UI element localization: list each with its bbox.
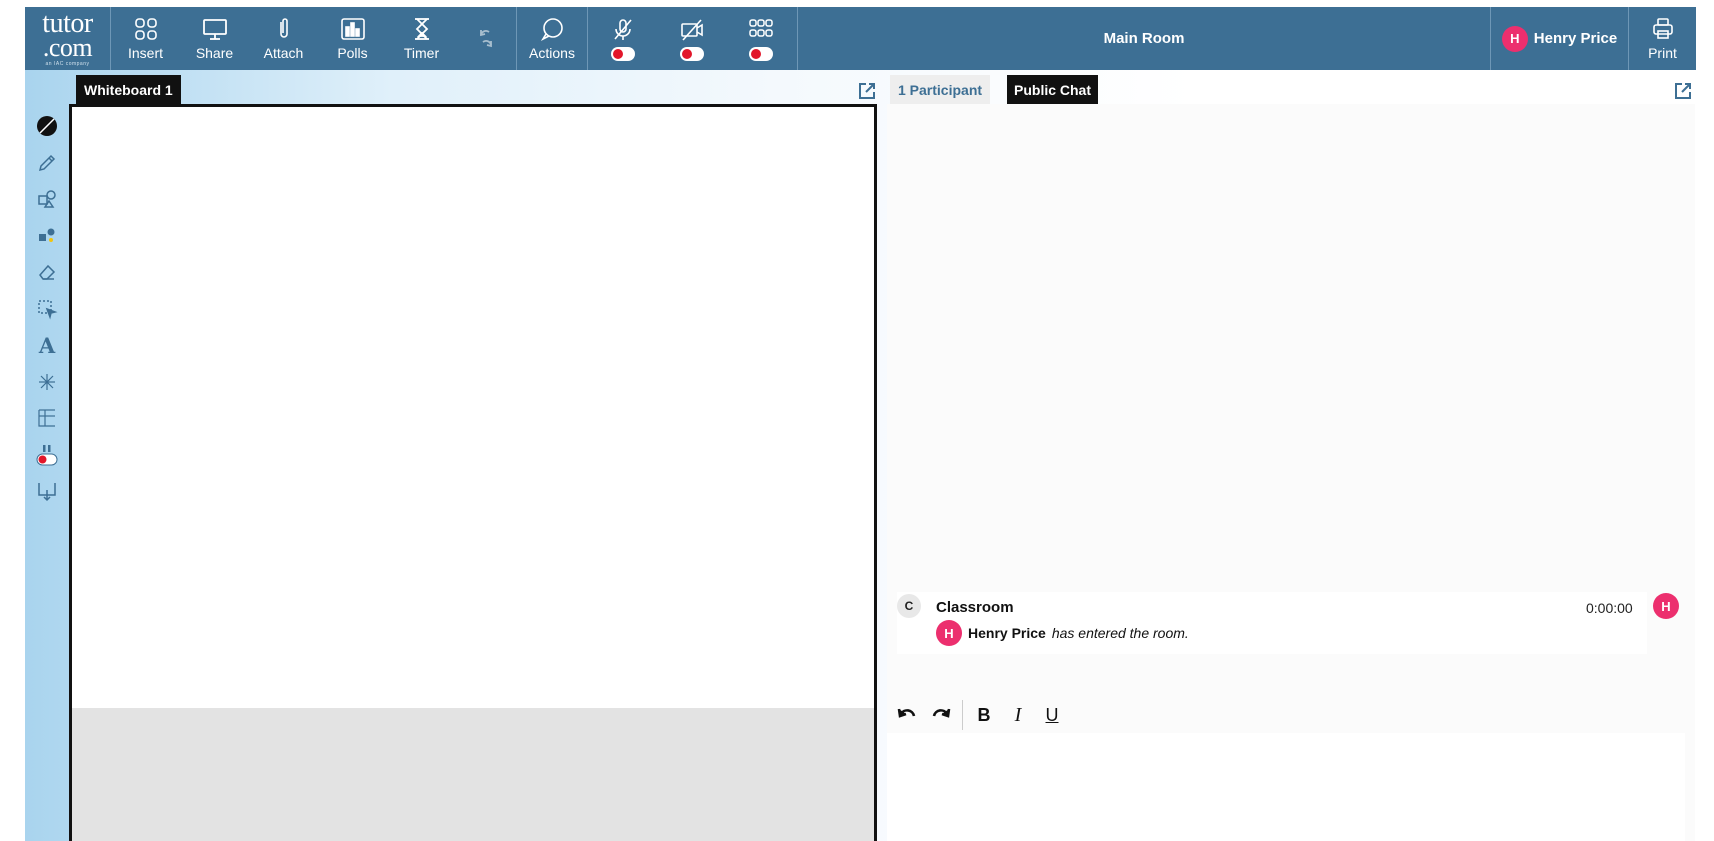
pencil-tool[interactable] (31, 145, 63, 182)
paperclip-icon (279, 18, 288, 38)
chat-editor-toolbar: B I U (892, 698, 1067, 732)
insert-button[interactable]: Insert (111, 7, 180, 70)
attach-button[interactable]: Attach (249, 7, 318, 70)
chat-popout-icon[interactable] (1673, 81, 1693, 101)
classroom-avatar: C (897, 594, 921, 618)
insert-label: Insert (127, 45, 163, 61)
shapes-icon (38, 190, 56, 208)
selection-icon (38, 300, 58, 320)
avatar: H (936, 620, 962, 646)
print-button[interactable]: Print (1629, 7, 1696, 70)
whiteboard-offpage-area (72, 708, 874, 841)
text-icon: A (38, 334, 56, 356)
camera-muted-icon (680, 18, 703, 41)
bold-button[interactable]: B (969, 700, 999, 730)
tab-public-chat[interactable]: Public Chat (1007, 75, 1099, 104)
color-picker-tool[interactable] (31, 108, 63, 145)
whiteboard-tools: A (31, 108, 63, 510)
bar-chart-icon (340, 18, 365, 40)
whiteboard-canvas[interactable] (69, 104, 877, 841)
user-name: Henry Price (1533, 30, 1618, 47)
record-toggle-tool[interactable] (31, 437, 63, 474)
gallery-grid-icon (748, 18, 773, 37)
gallery-toggle[interactable] (726, 7, 795, 70)
select-tool[interactable] (31, 291, 63, 328)
share-label: Share (195, 45, 234, 61)
grid-icon (134, 18, 157, 40)
toolbar-divider (962, 700, 963, 730)
fill-tool[interactable] (31, 218, 63, 255)
tutor-logo: tutor .com an IAC company (25, 7, 111, 70)
actions-button[interactable]: Actions (516, 7, 588, 70)
popout-icon[interactable] (857, 81, 877, 101)
avatar: H (1501, 25, 1528, 52)
message-body: H Henry Price has entered the room. (936, 620, 1189, 646)
underline-button[interactable]: U (1037, 700, 1067, 730)
svg-text:A: A (38, 334, 56, 356)
grid-tool[interactable] (31, 400, 63, 437)
text-tool[interactable]: A (31, 327, 63, 364)
eraser-tool[interactable] (31, 254, 63, 291)
undo-redo-icon (480, 30, 492, 48)
message-timestamp: 0:00:00 (1586, 600, 1633, 616)
tab-participants[interactable]: 1 Participant (890, 75, 991, 104)
attach-label: Attach (263, 45, 304, 61)
shapes-tool[interactable] (31, 181, 63, 218)
camera-switch[interactable] (679, 46, 704, 61)
message-user-avatar: H (1653, 593, 1679, 619)
pause-toggle-icon (36, 444, 58, 466)
top-toolbar: tutor .com an IAC company Insert Share A… (25, 7, 1696, 70)
redo-button[interactable] (926, 700, 956, 730)
tab-whiteboard[interactable]: Whiteboard 1 (76, 75, 181, 104)
redo-icon (932, 708, 951, 718)
italic-button[interactable]: I (1003, 700, 1033, 730)
download-tool[interactable] (31, 473, 63, 510)
message-text: has entered the room. (1051, 625, 1189, 641)
gallery-switch[interactable] (748, 46, 773, 61)
print-label: Print (1648, 44, 1677, 61)
polls-button[interactable]: Polls (318, 7, 387, 70)
actions-label: Actions (529, 45, 575, 61)
user-badge[interactable]: H Henry Price (1491, 7, 1629, 70)
sparkle-icon (39, 373, 55, 390)
chat-input[interactable] (887, 733, 1685, 841)
logo-tagline: an IAC company (45, 60, 90, 67)
message-user-name: Henry Price (968, 625, 1046, 641)
undo-button[interactable] (892, 700, 922, 730)
graph-grid-icon (38, 409, 55, 427)
timer-label: Timer (403, 45, 440, 61)
media-controls (588, 7, 798, 70)
share-button[interactable]: Share (180, 7, 249, 70)
download-tray-icon (38, 483, 56, 502)
logo-text-2: .com (42, 33, 93, 63)
color-swatch-icon (37, 116, 57, 137)
polls-label: Polls (337, 45, 368, 61)
microphone-switch[interactable] (610, 46, 635, 61)
eraser-icon (39, 265, 56, 280)
microphone-muted-icon (613, 18, 632, 40)
undo-redo-button[interactable] (456, 7, 516, 70)
room-name: Main Room (798, 7, 1491, 70)
speech-bubble-icon (540, 18, 563, 41)
microphone-toggle[interactable] (588, 7, 657, 70)
printer-icon (1652, 17, 1673, 39)
laser-pointer-tool[interactable] (31, 364, 63, 401)
hourglass-icon (414, 18, 429, 40)
fill-shapes-icon (39, 228, 55, 242)
pencil-icon (38, 154, 56, 171)
undo-icon (897, 708, 916, 718)
timer-button[interactable]: Timer (387, 7, 456, 70)
message-sender: Classroom (936, 599, 1014, 616)
camera-toggle[interactable] (657, 7, 726, 70)
monitor-icon (202, 19, 227, 40)
